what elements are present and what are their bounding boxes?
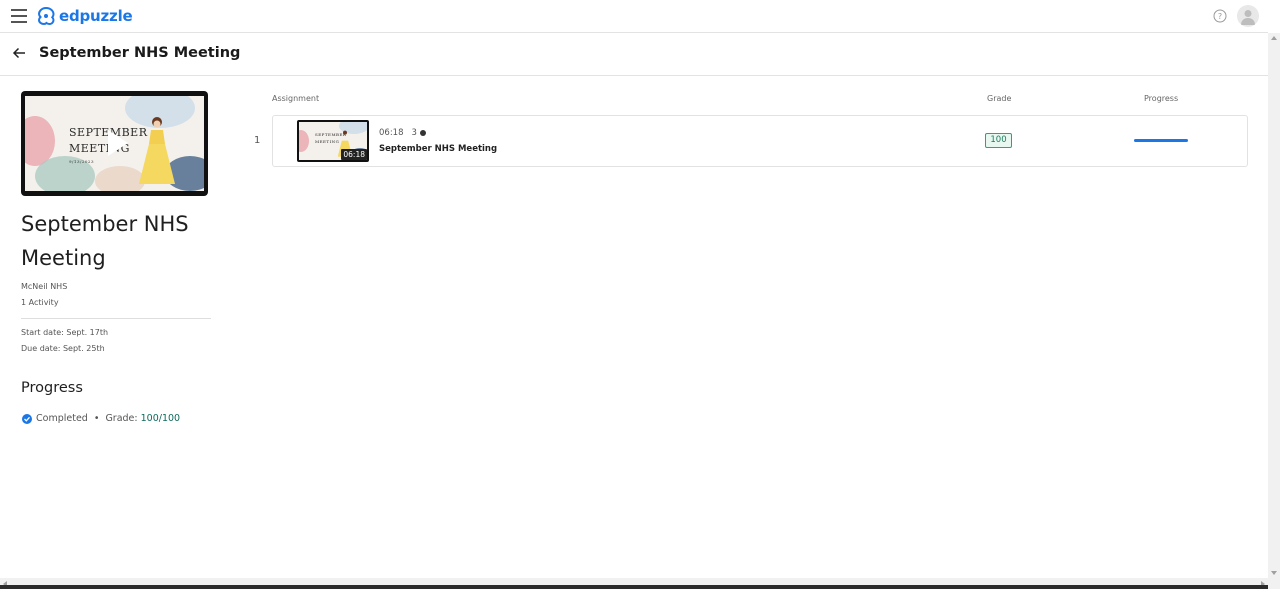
grade-label: Grade: [105,413,138,424]
puzzle-logo-icon [37,6,55,26]
separator: • [93,413,100,424]
edpuzzle-logo[interactable]: edpuzzle [36,5,133,27]
help-circle-icon[interactable]: ? [1213,9,1227,23]
row-index: 1 [254,135,261,146]
row-meta: 06:18 3 [379,128,426,138]
row-title[interactable]: September NHS Meeting [379,144,497,154]
column-header-assignment: Assignment [272,94,320,103]
video-thumbnail[interactable]: SEPTEMBER MEETING 9/13/2023 [21,91,208,196]
vertical-scrollbar[interactable] [1268,33,1280,578]
row-question-count: 3 [411,128,417,138]
svg-text:?: ? [1218,12,1222,21]
thumbnail-date: 9/13/2023 [69,159,95,164]
scroll-up-icon[interactable] [1271,36,1277,40]
progress-bar [1134,139,1188,142]
divider [21,318,211,319]
start-date: Start date: Sept. 17th [21,328,109,337]
column-header-grade: Grade [987,94,1012,103]
class-name: McNeil NHS [21,282,68,291]
status-text: Completed [36,413,88,424]
row-video-thumbnail[interactable]: SEPTEMBER MEETING 06:18 [297,120,369,162]
scroll-down-icon[interactable] [1271,571,1277,575]
window-bottom-edge [0,585,1268,589]
completion-status: Completed • Grade: 100/100 [22,413,180,424]
thumbnail-duration-badge: 06:18 [341,149,367,160]
user-avatar-icon[interactable] [1237,5,1259,27]
row-duration: 06:18 [379,128,404,138]
hamburger-menu-icon[interactable] [11,9,27,23]
thumbnail-image: SEPTEMBER MEETING 9/13/2023 [25,96,204,191]
page-header: September NHS Meeting [0,33,1268,76]
arrow-left-icon[interactable] [11,46,27,60]
due-date: Due date: Sept. 25th [21,344,105,353]
column-header-progress: Progress [1144,94,1179,103]
princess-illustration [139,117,175,184]
check-circle-icon [22,413,32,424]
play-icon [108,130,128,156]
question-icon [419,130,426,136]
grade-value: 100/100 [140,413,181,424]
assignment-title: September NHS Meeting [21,212,189,270]
logo-text: edpuzzle [59,7,133,25]
table-row[interactable]: SEPTEMBER MEETING 06:18 06:18 3 Septembe… [272,115,1248,167]
page-title: September NHS Meeting [39,45,241,61]
top-navigation-bar: edpuzzle ? [0,0,1268,33]
row-thumbnail-line-2: MEETING [315,139,340,144]
grade-badge: 100 [985,133,1012,148]
activity-count: 1 Activity [21,298,59,307]
progress-heading: Progress [21,380,83,396]
